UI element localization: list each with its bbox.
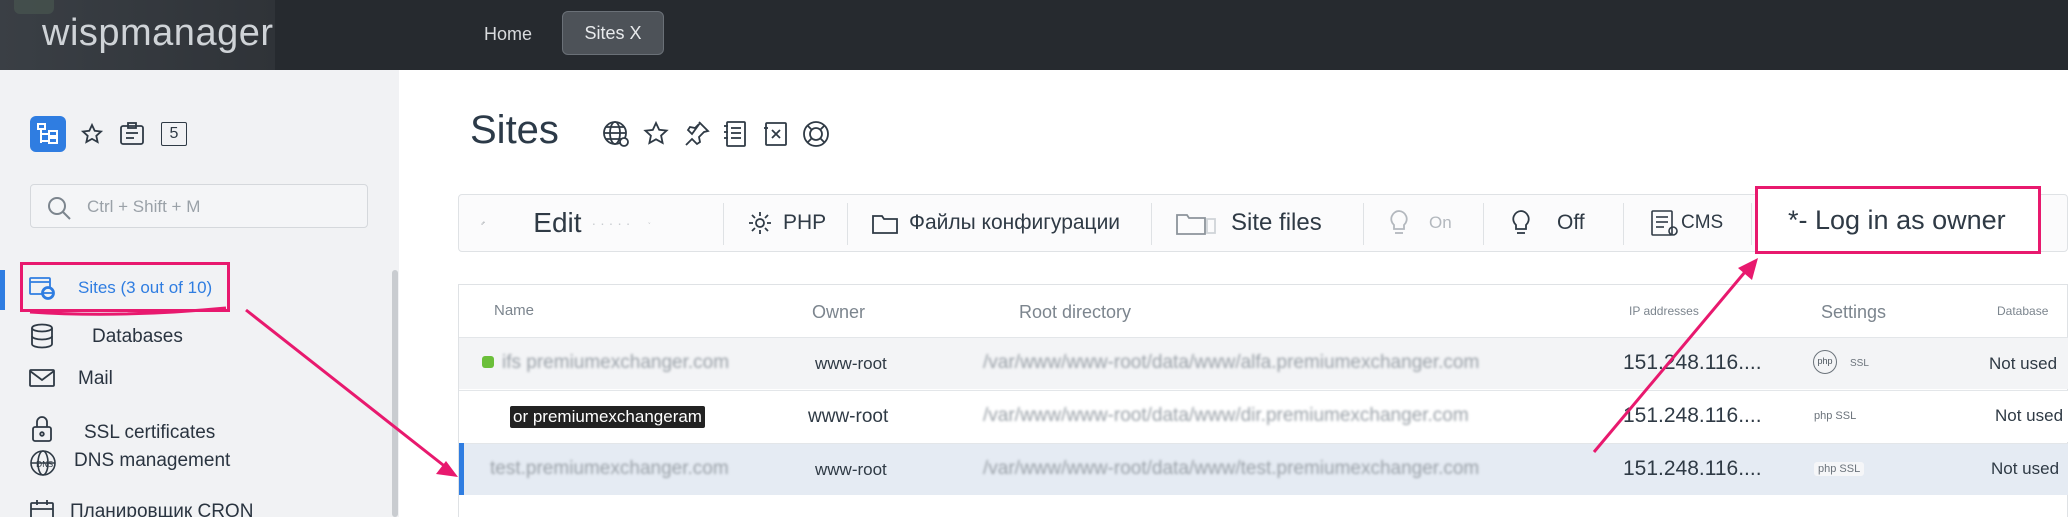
annotation-highlight-sites (20, 262, 230, 312)
column-header-settings[interactable]: Settings (1821, 302, 1886, 323)
bulb-on-icon (1390, 210, 1408, 234)
column-header-ip[interactable]: IP addresses (1629, 304, 1699, 318)
php-label: PHP (783, 211, 827, 234)
export-icon[interactable] (760, 118, 792, 150)
toolbar-divider (1483, 203, 1484, 245)
cms-icon (1651, 210, 1678, 236)
ssl-badge: SSL (1850, 358, 1869, 369)
row-name: ifs premiumexchanger.com (502, 352, 730, 373)
sidebar-item-cron[interactable]: Планировщик CRON (28, 496, 308, 517)
tab-sites[interactable]: Sites X (562, 11, 664, 55)
row-database: Not used (1989, 354, 2058, 373)
page-title: Sites (470, 108, 559, 152)
log-in-as-owner-button[interactable]: *- Log in as owner (1755, 186, 2041, 254)
log-icon[interactable] (720, 118, 752, 150)
pencil-icon (481, 221, 485, 225)
star-icon[interactable] (640, 118, 672, 150)
config-files-label: Файлы конфигурации (909, 211, 1121, 234)
sidebar-item-label: Mail (78, 368, 113, 389)
gear-icon (749, 212, 771, 234)
globe-icon[interactable] (600, 118, 632, 150)
row-ip: 151.248.116.... (1623, 404, 1762, 427)
toolbar-divider (1363, 203, 1364, 245)
logo-area[interactable]: wispmanager (0, 0, 275, 70)
search-icon (48, 197, 71, 220)
row-database: Not used (1995, 406, 2064, 425)
folder-icon (872, 215, 898, 234)
cms-label: CMS (1681, 212, 1724, 233)
row-name-tooltip: or premiumexchangeram (510, 406, 705, 428)
row-settings: php SSL (1814, 462, 1865, 476)
row-selected-indicator (459, 443, 464, 495)
column-header-database[interactable]: Database (1997, 304, 2048, 318)
row-owner: www-root (815, 460, 887, 479)
config-files-button[interactable]: Файлы конфигурации (871, 195, 1120, 251)
site-favicon (482, 356, 494, 368)
search-placeholder: Ctrl + Shift + M (87, 197, 201, 216)
sidebar-item-label: DNS management (74, 450, 231, 471)
sidebar-item-label: Databases (92, 326, 183, 347)
off-button[interactable]: Off (1509, 195, 1585, 251)
calendar-icon (30, 500, 54, 517)
php-badge-icon: php (1813, 350, 1837, 374)
row-owner: www-root (808, 406, 889, 427)
app-logo[interactable]: wispmanager (42, 12, 274, 55)
sidebar-item-mail[interactable]: Mail (28, 362, 228, 396)
edit-label-blur: · · · · · (591, 215, 631, 231)
mail-icon (29, 369, 55, 387)
toolbar-divider (723, 203, 724, 245)
php-button[interactable]: PHP (747, 195, 826, 251)
toolbar-divider (1751, 203, 1752, 245)
counter-value: 5 (161, 122, 187, 146)
site-files-button[interactable]: Site files (1175, 195, 1322, 251)
sidebar-item-label: Планировщик CRON (70, 501, 254, 517)
column-header-owner[interactable]: Owner (812, 302, 865, 323)
row-root: /var/www/www-root/data/www/alfa.premiume… (983, 352, 1480, 373)
sidebar-item-dns[interactable]: DNS DNS management (28, 446, 288, 480)
clipboard-icon[interactable] (114, 116, 150, 152)
pin-icon[interactable] (680, 118, 712, 150)
row-ip: 151.248.116.... (1623, 351, 1762, 374)
off-label: Off (1557, 211, 1585, 234)
row-database: Not used (1991, 459, 2060, 478)
folder-icon (1176, 214, 1216, 235)
tree-icon[interactable] (30, 116, 66, 152)
dns-icon: DNS (30, 450, 56, 476)
top-bar: wispmanager Home Sites X (0, 0, 2068, 70)
row-ip: 151.248.116.... (1623, 457, 1762, 480)
row-name: test.premiumexchanger.com (490, 458, 729, 479)
lock-icon (32, 416, 52, 442)
sidebar-active-indicator (0, 270, 5, 310)
toolbar-divider (847, 203, 848, 245)
nav-home-link[interactable]: Home (470, 14, 546, 54)
sidebar-scrollbar[interactable] (392, 270, 398, 517)
bulb-off-icon (1512, 210, 1530, 234)
sidebar-item-label: SSL certificates (84, 422, 216, 443)
arrow-head (436, 461, 458, 477)
help-icon[interactable] (800, 118, 832, 150)
toolbar-divider (1623, 203, 1624, 245)
row-settings: php SSL (1814, 410, 1857, 422)
row-root: /var/www/www-root/data/www/test.premiume… (983, 458, 1480, 479)
arrow-head (1738, 258, 1758, 280)
edit-label: Edit (533, 207, 582, 238)
counter-icon[interactable]: 5 (156, 116, 192, 152)
sidebar-item-ssl[interactable]: SSL certificates (28, 412, 288, 446)
star-icon[interactable] (74, 116, 110, 152)
chevron-down-icon[interactable] (648, 214, 651, 232)
column-header-name[interactable]: Name (494, 302, 534, 319)
edit-button[interactable]: Edit · · · · · (481, 195, 651, 251)
database-icon (31, 323, 53, 349)
cms-button[interactable]: CMS (1649, 195, 1723, 251)
toolbar-divider (1151, 203, 1152, 245)
sidebar-item-databases[interactable]: Databases (28, 320, 288, 354)
row-owner: www-root (815, 354, 887, 373)
sidebar-search-input[interactable]: Ctrl + Shift + M (30, 184, 368, 228)
column-header-root[interactable]: Root directory (1019, 302, 1131, 323)
site-files-label: Site files (1231, 209, 1322, 236)
svg-text:DNS: DNS (36, 460, 53, 469)
on-label: On (1429, 213, 1452, 232)
on-button[interactable]: On (1387, 195, 1452, 251)
row-root: /var/www/www-root/data/www/dir.premiumex… (983, 405, 1469, 426)
